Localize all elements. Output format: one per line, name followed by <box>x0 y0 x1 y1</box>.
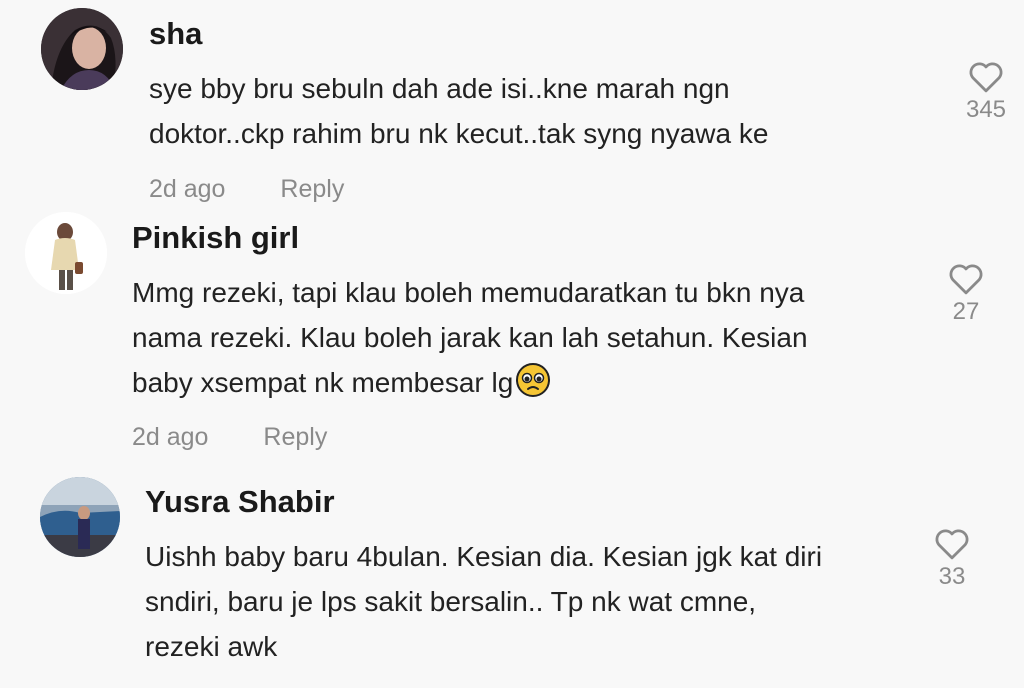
heart-outline-icon <box>949 264 983 295</box>
like-count: 33 <box>938 563 966 590</box>
comment-meta: 2d ago Reply <box>149 175 392 204</box>
avatar[interactable] <box>25 212 107 294</box>
comment-text-line: doktor..ckp rahim bru nk kecut..tak syng… <box>149 118 769 149</box>
comment-text-line: Mmg rezeki, tapi klau boleh memudaratkan… <box>132 277 805 308</box>
like-count: 345 <box>965 96 1007 123</box>
comment-text: sye bby bru sebuln dah ade isi..kne mara… <box>149 66 768 156</box>
comment-username[interactable]: Yusra Shabir <box>145 484 335 520</box>
like-button[interactable]: 33 <box>920 527 984 591</box>
comment-text-line: Uishh baby baru 4bulan. Kesian dia. Kesi… <box>145 541 823 572</box>
heart-outline-icon <box>969 62 1003 93</box>
reply-button[interactable]: Reply <box>280 175 344 203</box>
pleading-face-emoji <box>516 363 551 397</box>
comment-username[interactable]: sha <box>149 16 202 52</box>
comment-time: 2d ago <box>132 423 209 451</box>
avatar-image <box>25 212 107 294</box>
like-button[interactable]: 27 <box>934 262 998 326</box>
comment-text: Mmg rezeki, tapi klau boleh memudaratkan… <box>132 270 808 405</box>
comment-text: Uishh baby baru 4bulan. Kesian dia. Kesi… <box>145 534 822 669</box>
comment-item: Pinkish girl Mmg rezeki, tapi klau boleh… <box>0 205 1024 465</box>
comment-text-line: sye bby bru sebuln dah ade isi..kne mara… <box>149 73 730 104</box>
comment-item: sha sye bby bru sebuln dah ade isi..kne … <box>0 0 1024 210</box>
like-count: 27 <box>952 298 980 325</box>
avatar-image <box>41 8 123 90</box>
comment-text-line: sndiri, baru je lps sakit bersalin.. Tp … <box>145 586 757 617</box>
comment-text-line: nama rezeki. Klau boleh jarak kan lah se… <box>132 322 808 353</box>
comment-item: Yusra Shabir Uishh baby baru 4bulan. Kes… <box>0 470 1024 688</box>
comment-text-segment: baby xsempat nk membesar lg <box>132 367 514 398</box>
comment-username[interactable]: Pinkish girl <box>132 220 299 256</box>
heart-outline-icon <box>935 529 969 560</box>
reply-button[interactable]: Reply <box>263 423 327 451</box>
comment-meta: 2d ago Reply <box>132 423 375 452</box>
comment-time: 2d ago <box>149 175 226 203</box>
avatar[interactable] <box>40 477 120 557</box>
like-button[interactable]: 345 <box>954 60 1018 124</box>
comment-text-line: baby xsempat nk membesar lg <box>132 360 808 405</box>
avatar-image <box>40 477 120 557</box>
avatar[interactable] <box>41 8 123 90</box>
comment-text-line: rezeki awk <box>145 631 278 662</box>
